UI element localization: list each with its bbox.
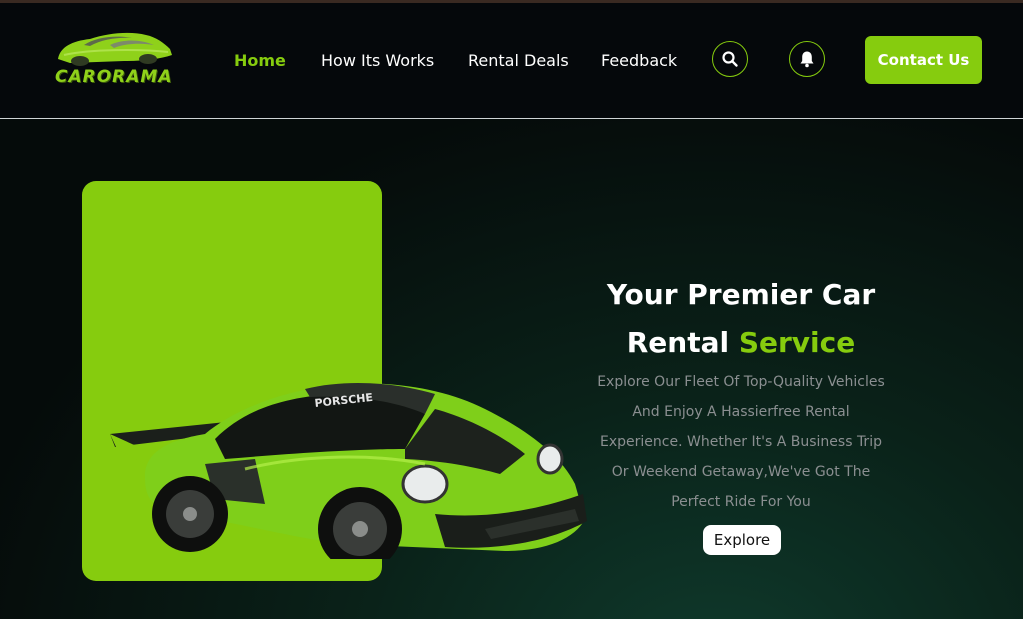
contact-us-button[interactable]: Contact Us bbox=[865, 36, 982, 84]
nav-feedback[interactable]: Feedback bbox=[601, 51, 677, 70]
bell-icon bbox=[800, 51, 814, 68]
hero-title-prefix: Rental bbox=[626, 326, 739, 359]
nav-home[interactable]: Home bbox=[234, 51, 286, 70]
hero-title: Your Premier Car Rental Service bbox=[560, 271, 922, 367]
car-image: PORSCHE bbox=[110, 382, 587, 559]
hero-title-line2: Rental Service bbox=[560, 319, 922, 367]
nav-how-it-works[interactable]: How Its Works bbox=[321, 51, 434, 70]
hero-title-line1: Your Premier Car bbox=[606, 278, 876, 311]
explore-button[interactable]: Explore bbox=[703, 525, 781, 555]
nav-rental-deals[interactable]: Rental Deals bbox=[468, 51, 569, 70]
logo-car-icon bbox=[58, 32, 172, 66]
hero-description: Explore Our Fleet Of Top-Quality Vehicle… bbox=[597, 374, 885, 510]
search-icon bbox=[722, 51, 738, 67]
brand-logo[interactable]: CARORAMA bbox=[50, 25, 180, 95]
hero-title-accent: Service bbox=[738, 326, 856, 359]
brand-name: CARORAMA bbox=[55, 67, 173, 87]
search-button[interactable] bbox=[712, 41, 748, 77]
hero-section: PORSCHE Your Premier Car Rental Service … bbox=[0, 119, 1023, 619]
notifications-button[interactable] bbox=[789, 41, 825, 77]
site-header: CARORAMA Home How Its Works Rental Deals… bbox=[0, 3, 1023, 119]
